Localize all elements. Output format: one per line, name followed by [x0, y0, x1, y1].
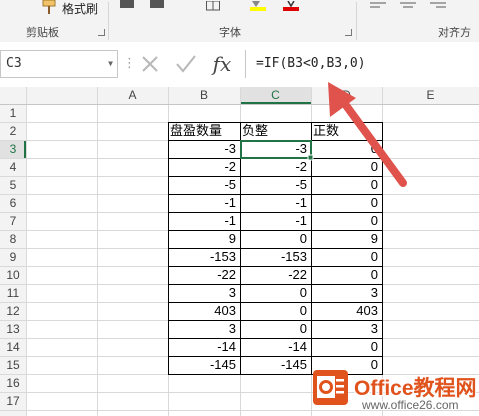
cell-c9[interactable]: -153	[242, 249, 307, 265]
cell-b10[interactable]: -22	[170, 267, 236, 283]
ribbon-separator	[108, 2, 109, 40]
drag-handle-icon[interactable]: ⋮	[123, 56, 136, 71]
column-header-c[interactable]: C	[240, 87, 311, 104]
cell-c3[interactable]: -3	[242, 141, 307, 157]
fill-color-icon[interactable]	[250, 0, 266, 11]
cell-c10[interactable]: -22	[242, 267, 307, 283]
row-header-7[interactable]: 7	[0, 213, 26, 229]
formula-bar: C3 ▼ ⋮ fx =IF(B3<0,B3,0)	[0, 42, 479, 88]
align-right-icon[interactable]	[430, 0, 446, 10]
cell-c12[interactable]: 0	[242, 303, 307, 319]
table-header-b[interactable]: 盘盈数量	[170, 123, 238, 139]
cell-c13[interactable]: 0	[242, 321, 307, 337]
cell-c7[interactable]: -1	[242, 213, 307, 229]
name-box-value: C3	[6, 56, 22, 71]
cell-d3[interactable]: 0	[313, 141, 378, 157]
cell-c5[interactable]: -5	[242, 177, 307, 193]
underline-icon[interactable]	[150, 0, 164, 8]
row-header-2[interactable]: 2	[0, 123, 26, 139]
font-group-label: 字体	[219, 26, 241, 39]
cell-b11[interactable]: 3	[170, 285, 236, 301]
insert-function-button[interactable]: fx	[208, 50, 236, 78]
cell-c11[interactable]: 0	[242, 285, 307, 301]
cell-b9[interactable]: -153	[170, 249, 236, 265]
row-header-13[interactable]: 13	[0, 321, 26, 337]
cell-d14[interactable]: 0	[313, 339, 378, 355]
formula-input[interactable]: =IF(B3<0,B3,0)	[256, 50, 366, 78]
ribbon: 格式刷 剪贴板 字体 对齐方	[0, 0, 479, 43]
cell-c14[interactable]: -14	[242, 339, 307, 355]
column-header-a[interactable]: A	[97, 87, 168, 104]
bold-icon[interactable]	[120, 0, 134, 8]
watermark-logo	[311, 368, 350, 407]
row-header-8[interactable]: 8	[0, 231, 26, 247]
cell-b14[interactable]: -14	[170, 339, 236, 355]
font-color-icon[interactable]	[283, 0, 299, 11]
worksheet-grid[interactable]: ABCDEF1234567891011121314151617盘盈数量负整正数-…	[0, 87, 479, 416]
cell-c15[interactable]: -145	[242, 357, 307, 373]
format-painter-icon[interactable]	[40, 0, 58, 16]
cell-d10[interactable]: 0	[313, 267, 378, 283]
column-header-e[interactable]: E	[382, 87, 479, 104]
chevron-down-icon[interactable]: ▼	[108, 59, 113, 68]
row-header-17[interactable]: 17	[0, 393, 26, 409]
enter-check-icon[interactable]	[172, 50, 200, 78]
cell-c8[interactable]: 0	[242, 231, 307, 247]
formula-bar-divider	[245, 50, 246, 78]
row-header-11[interactable]: 11	[0, 285, 26, 301]
row-header-14[interactable]: 14	[0, 339, 26, 355]
cancel-icon[interactable]	[136, 50, 164, 78]
cell-b15[interactable]: -145	[170, 357, 236, 373]
table-header-d[interactable]: 正数	[313, 123, 380, 139]
name-box[interactable]: C3 ▼	[0, 50, 118, 78]
clipboard-group-label: 剪贴板	[26, 26, 59, 39]
borders-icon[interactable]	[206, 0, 220, 11]
cell-c4[interactable]: -2	[242, 159, 307, 175]
cell-d5[interactable]: 0	[313, 177, 378, 193]
cell-d11[interactable]: 3	[313, 285, 378, 301]
row-header-15[interactable]: 15	[0, 357, 26, 373]
column-header-d[interactable]: D	[311, 87, 382, 104]
font-launcher-icon[interactable]	[345, 29, 352, 36]
alignment-group-label: 对齐方	[438, 26, 471, 39]
row-header-16[interactable]: 16	[0, 375, 26, 391]
cell-d9[interactable]: 0	[313, 249, 378, 265]
cell-b3[interactable]: -3	[170, 141, 236, 157]
cell-d7[interactable]: 0	[313, 213, 378, 229]
cell-b12[interactable]: 403	[170, 303, 236, 319]
cell-b6[interactable]: -1	[170, 195, 236, 211]
table-header-c[interactable]: 负整	[242, 123, 309, 139]
cell-b4[interactable]: -2	[170, 159, 236, 175]
cell-b13[interactable]: 3	[170, 321, 236, 337]
watermark-url: www.office26.com	[362, 398, 459, 412]
cell-d8[interactable]: 9	[313, 231, 378, 247]
cell-d12[interactable]: 403	[313, 303, 378, 319]
cell-c6[interactable]: -1	[242, 195, 307, 211]
column-header-b[interactable]: B	[168, 87, 240, 104]
cell-b7[interactable]: -1	[170, 213, 236, 229]
ribbon-separator	[356, 2, 357, 40]
cell-d4[interactable]: 0	[313, 159, 378, 175]
row-header-6[interactable]: 6	[0, 195, 26, 211]
row-header-3[interactable]: 3	[0, 141, 26, 157]
format-painter-button[interactable]: 格式刷	[62, 0, 98, 17]
row-header-1[interactable]: 1	[0, 105, 26, 121]
align-left-icon[interactable]	[370, 0, 386, 10]
row-header-12[interactable]: 12	[0, 303, 26, 319]
row-header-9[interactable]: 9	[0, 249, 26, 265]
row-header-5[interactable]: 5	[0, 177, 26, 193]
cell-b5[interactable]: -5	[170, 177, 236, 193]
grid-lines	[0, 87, 479, 416]
align-center-icon[interactable]	[400, 0, 416, 10]
cell-d13[interactable]: 3	[313, 321, 378, 337]
row-header-4[interactable]: 4	[0, 159, 26, 175]
cell-d6[interactable]: 0	[313, 195, 378, 211]
row-header-10[interactable]: 10	[0, 267, 26, 283]
cell-b8[interactable]: 9	[170, 231, 236, 247]
clipboard-launcher-icon[interactable]	[98, 29, 105, 36]
